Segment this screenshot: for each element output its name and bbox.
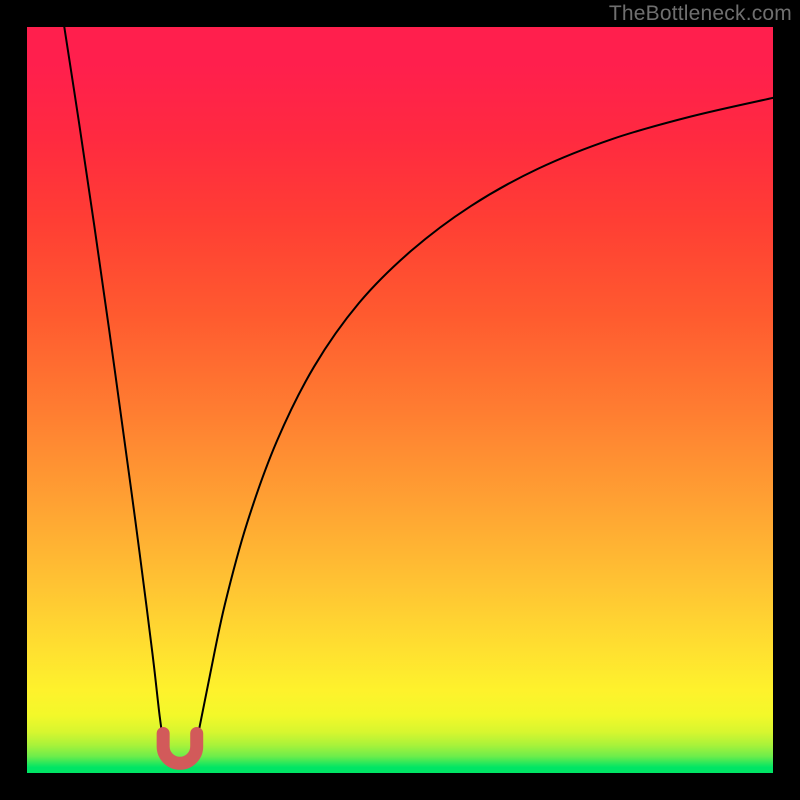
outer-frame: TheBottleneck.com (0, 0, 800, 800)
watermark-text: TheBottleneck.com (609, 2, 792, 26)
plot-area (27, 27, 773, 773)
chart-svg (27, 27, 773, 773)
gradient-background (27, 27, 773, 773)
